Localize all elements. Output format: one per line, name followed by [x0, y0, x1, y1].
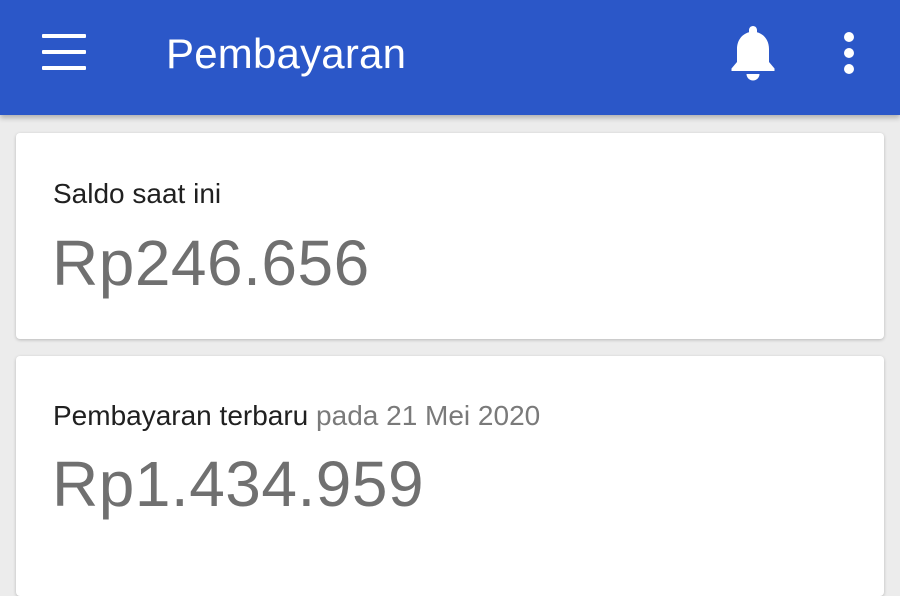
- more-options-button[interactable]: [826, 24, 872, 82]
- latest-payment-label-row: Pembayaran terbaru pada 21 Mei 2020: [53, 399, 540, 433]
- latest-payment-amount: Rp1.434.959: [52, 448, 425, 520]
- menu-button[interactable]: [28, 23, 100, 81]
- page-title: Pembayaran: [166, 30, 407, 77]
- balance-amount: Rp246.656: [52, 227, 370, 299]
- more-vert-icon: [844, 32, 854, 74]
- notifications-button[interactable]: [722, 20, 784, 86]
- latest-payment-date: pada 21 Mei 2020: [316, 400, 541, 431]
- bell-icon: [731, 26, 775, 81]
- balance-label: Saldo saat ini: [53, 178, 222, 209]
- latest-payment-label: Pembayaran terbaru: [53, 400, 309, 431]
- latest-payment-card[interactable]: Pembayaran terbaru pada 21 Mei 2020 Rp1.…: [16, 356, 884, 596]
- current-balance-card: Saldo saat ini Rp246.656: [16, 133, 884, 339]
- app-bar: Pembayaran: [0, 0, 900, 115]
